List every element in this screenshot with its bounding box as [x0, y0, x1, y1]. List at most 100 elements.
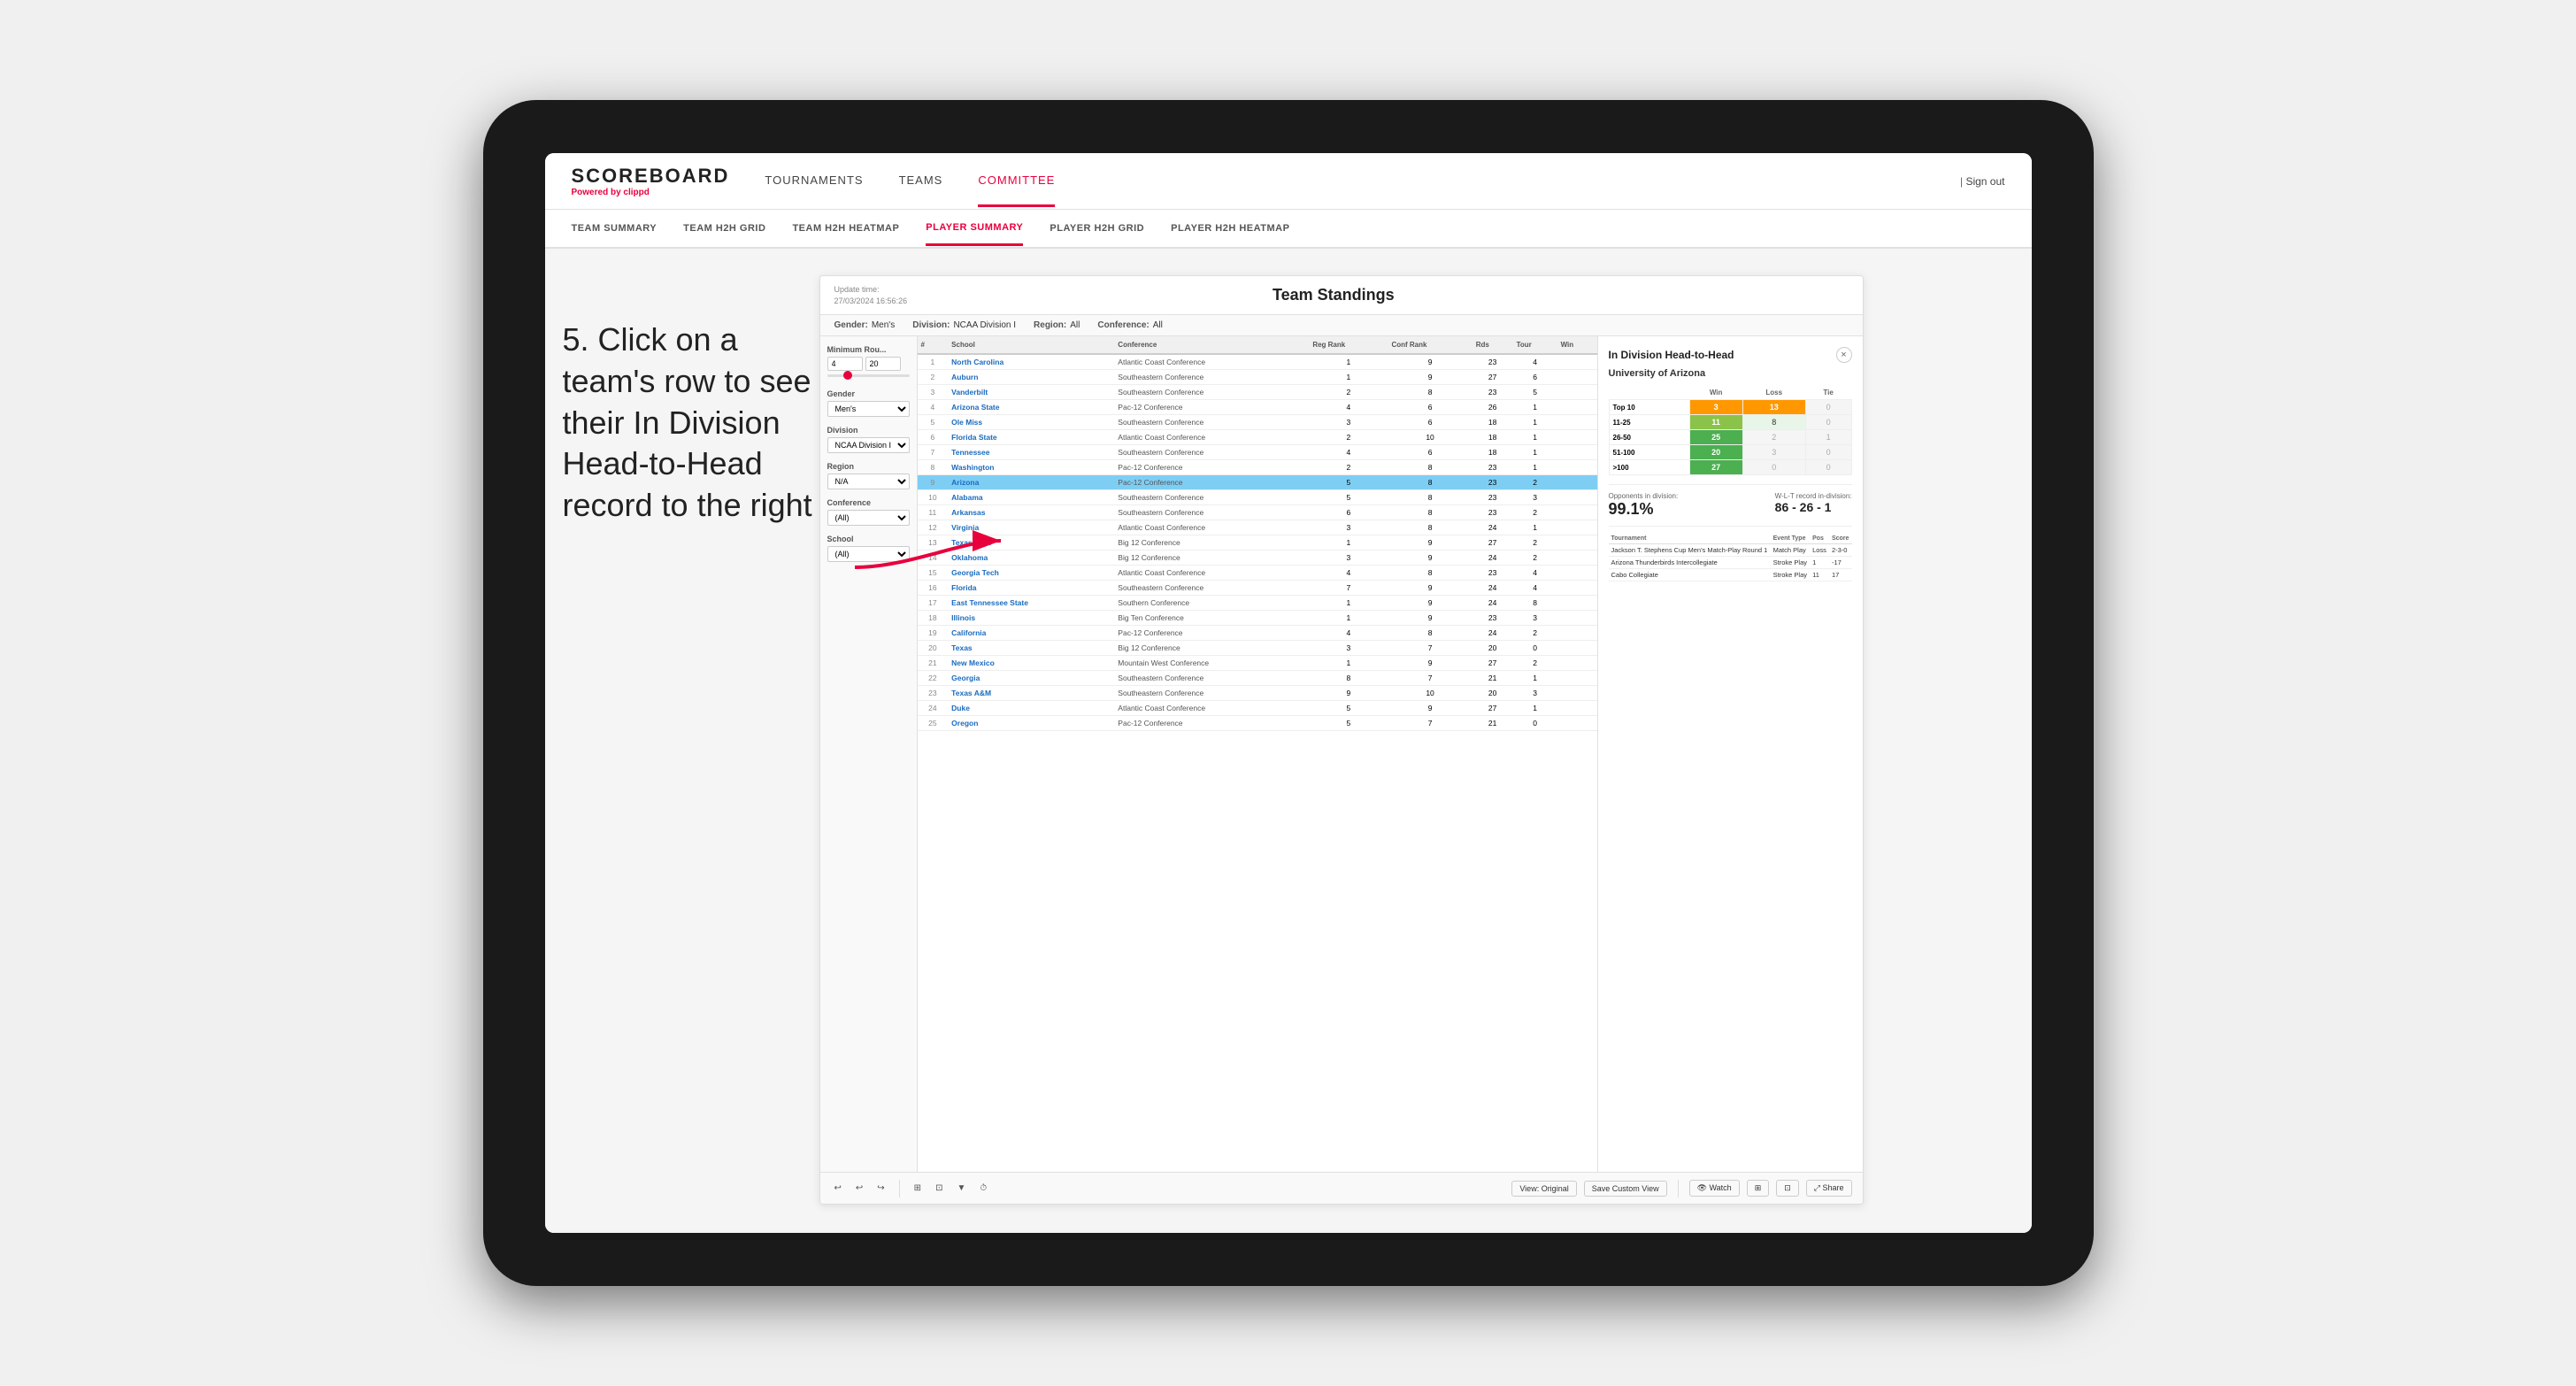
sub-nav-player-h2h-heatmap[interactable]: PLAYER H2H HEATMAP [1171, 212, 1289, 244]
table-row[interactable]: 8 Washington Pac-12 Conference 2 8 23 1 [918, 460, 1597, 475]
paste-button[interactable]: ⊡ [932, 1182, 946, 1195]
cell-school[interactable]: North Carolina [948, 354, 1114, 370]
icon-button-2[interactable]: ⊡ [1776, 1180, 1799, 1197]
cell-school[interactable]: Texas A&M [948, 686, 1114, 701]
cell-school[interactable]: East Tennessee State [948, 596, 1114, 611]
filters-row: Gender: Men's Division: NCAA Division I … [820, 315, 1863, 336]
clock-button[interactable]: ⏱ [976, 1182, 990, 1195]
view-original-button[interactable]: View: Original [1511, 1181, 1576, 1197]
col-rank: # [918, 336, 949, 354]
cell-conf: Mountain West Conference [1114, 656, 1309, 671]
standings-table-area: # School Conference Reg Rank Conf Rank R… [918, 336, 1597, 1172]
h2h-close-button[interactable]: × [1836, 347, 1852, 363]
cell-school[interactable]: Georgia [948, 671, 1114, 686]
division-select[interactable]: NCAA Division I [827, 437, 910, 453]
table-row[interactable]: 13 Texas Tech Big 12 Conference 1 9 27 2 [918, 535, 1597, 551]
h2h-row-26-50[interactable]: 26-50 25 2 1 [1609, 430, 1851, 445]
tourn-row-3[interactable]: Cabo Collegiate Stroke Play 11 17 [1609, 569, 1852, 581]
cell-school[interactable]: Arizona State [948, 400, 1114, 415]
sub-nav-player-h2h-grid[interactable]: PLAYER H2H GRID [1050, 212, 1144, 244]
h2h-col-loss: Loss [1742, 386, 1805, 400]
table-row[interactable]: 4 Arizona State Pac-12 Conference 4 6 26… [918, 400, 1597, 415]
table-row[interactable]: 25 Oregon Pac-12 Conference 5 7 21 0 [918, 716, 1597, 731]
h2h-row-51-100[interactable]: 51-100 20 3 0 [1609, 445, 1851, 460]
nav-committee[interactable]: COMMITTEE [978, 156, 1055, 207]
table-row[interactable]: 21 New Mexico Mountain West Conference 1… [918, 656, 1597, 671]
table-row[interactable]: 24 Duke Atlantic Coast Conference 5 9 27… [918, 701, 1597, 716]
h2h-row-11-25[interactable]: 11-25 11 8 0 [1609, 415, 1851, 430]
cell-tour: 4 [1513, 566, 1557, 581]
table-row[interactable]: 2 Auburn Southeastern Conference 1 9 27 … [918, 370, 1597, 385]
table-row[interactable]: 19 California Pac-12 Conference 4 8 24 2 [918, 626, 1597, 641]
gender-select[interactable]: Men's [827, 401, 910, 417]
table-row[interactable]: 15 Georgia Tech Atlantic Coast Conferenc… [918, 566, 1597, 581]
rounds-slider[interactable] [827, 374, 910, 377]
tourn-col-type: Event Type [1771, 534, 1810, 544]
icon-button-1[interactable]: ⊞ [1747, 1180, 1770, 1197]
table-row[interactable]: 11 Arkansas Southeastern Conference 6 8 … [918, 505, 1597, 520]
cell-school[interactable]: Ole Miss [948, 415, 1114, 430]
cell-school[interactable]: Florida State [948, 430, 1114, 445]
watch-button[interactable]: 👁 Watch [1689, 1180, 1740, 1197]
undo-back-button[interactable]: ↩ [852, 1182, 866, 1195]
tourn-row-1[interactable]: Jackson T. Stephens Cup Men's Match-Play… [1609, 544, 1852, 557]
table-row[interactable]: 1 North Carolina Atlantic Coast Conferen… [918, 354, 1597, 370]
region-select[interactable]: N/A [827, 474, 910, 489]
cell-school[interactable]: New Mexico [948, 656, 1114, 671]
cell-school[interactable]: Auburn [948, 370, 1114, 385]
cell-tour: 1 [1513, 430, 1557, 445]
share-button[interactable]: ⤢ Share [1806, 1180, 1852, 1197]
table-row[interactable]: 20 Texas Big 12 Conference 3 7 20 0 [918, 641, 1597, 656]
table-row[interactable]: 14 Oklahoma Big 12 Conference 3 9 24 2 [918, 551, 1597, 566]
table-row[interactable]: 9 Arizona Pac-12 Conference 5 8 23 2 [918, 475, 1597, 490]
cell-school[interactable]: Tennessee [948, 445, 1114, 460]
cell-conf-rank: 10 [1388, 430, 1472, 445]
cell-conf-rank: 7 [1388, 671, 1472, 686]
cell-school[interactable]: Vanderbilt [948, 385, 1114, 400]
cell-school[interactable]: Texas [948, 641, 1114, 656]
panel-title: Team Standings [1273, 286, 1395, 304]
h2h-header: In Division Head-to-Head × [1609, 347, 1852, 363]
sub-nav-team-h2h-grid[interactable]: TEAM H2H GRID [683, 212, 765, 244]
table-row[interactable]: 7 Tennessee Southeastern Conference 4 6 … [918, 445, 1597, 460]
copy-button[interactable]: ⊞ [911, 1182, 925, 1195]
table-row[interactable]: 22 Georgia Southeastern Conference 8 7 2… [918, 671, 1597, 686]
nav-tournaments[interactable]: TOURNAMENTS [765, 156, 863, 207]
cell-school[interactable]: California [948, 626, 1114, 641]
cell-school[interactable]: Oregon [948, 716, 1114, 731]
panel-top-bar: Update time: 27/03/2024 16:56:26 Team St… [820, 276, 1863, 315]
cell-conf-rank: 9 [1388, 551, 1472, 566]
h2h-row-gt100[interactable]: >100 27 0 0 [1609, 460, 1851, 475]
cell-reg-rank: 1 [1309, 535, 1388, 551]
filter-button[interactable]: ▼ [953, 1182, 969, 1195]
table-row[interactable]: 12 Virginia Atlantic Coast Conference 3 … [918, 520, 1597, 535]
save-custom-button[interactable]: Save Custom View [1584, 1181, 1667, 1197]
undo-button[interactable]: ↩ [831, 1182, 845, 1195]
h2h-row-top10[interactable]: Top 10 3 13 0 [1609, 400, 1851, 415]
table-row[interactable]: 17 East Tennessee State Southern Confere… [918, 596, 1597, 611]
cell-tour: 2 [1513, 656, 1557, 671]
h2h-stats-row: Opponents in division: 99.1% W-L-T recor… [1609, 492, 1852, 519]
table-row[interactable]: 16 Florida Southeastern Conference 7 9 2… [918, 581, 1597, 596]
cell-school[interactable]: Illinois [948, 611, 1114, 626]
table-row[interactable]: 6 Florida State Atlantic Coast Conferenc… [918, 430, 1597, 445]
cell-school[interactable]: Arizona [948, 475, 1114, 490]
redo-button[interactable]: ↪ [873, 1182, 888, 1195]
logo-area: SCOREBOARD Powered by clippd [572, 165, 730, 197]
table-row[interactable]: 23 Texas A&M Southeastern Conference 9 1… [918, 686, 1597, 701]
table-row[interactable]: 3 Vanderbilt Southeastern Conference 2 8… [918, 385, 1597, 400]
tourn-row-2[interactable]: Arizona Thunderbirds Intercollegiate Str… [1609, 557, 1852, 569]
max-rounds-input[interactable] [865, 357, 901, 371]
table-row[interactable]: 18 Illinois Big Ten Conference 1 9 23 3 [918, 611, 1597, 626]
cell-conf-rank: 7 [1388, 641, 1472, 656]
sign-out-link[interactable]: Sign out [1965, 175, 2004, 188]
cell-school[interactable]: Duke [948, 701, 1114, 716]
cell-tour: 4 [1513, 581, 1557, 596]
table-row[interactable]: 10 Alabama Southeastern Conference 5 8 2… [918, 490, 1597, 505]
table-row[interactable]: 5 Ole Miss Southeastern Conference 3 6 1… [918, 415, 1597, 430]
sub-nav-player-summary[interactable]: PLAYER SUMMARY [926, 212, 1023, 246]
sub-nav-team-summary[interactable]: TEAM SUMMARY [572, 212, 657, 244]
nav-teams[interactable]: TEAMS [899, 156, 943, 207]
sub-nav-team-h2h-heatmap[interactable]: TEAM H2H HEATMAP [792, 212, 899, 244]
cell-school[interactable]: Washington [948, 460, 1114, 475]
